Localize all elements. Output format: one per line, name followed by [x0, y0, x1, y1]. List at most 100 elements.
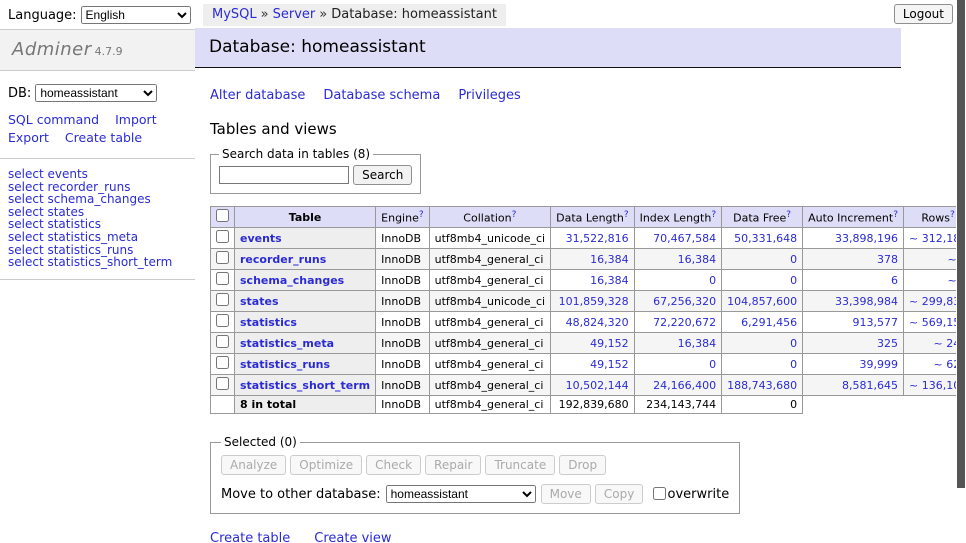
- sidebar-link-import[interactable]: Import: [115, 112, 157, 127]
- sidebar-link-export[interactable]: Export: [8, 130, 49, 145]
- sidebar-link-create-table[interactable]: Create table: [65, 130, 142, 145]
- check-button[interactable]: Check: [366, 455, 421, 475]
- logout-button[interactable]: Logout: [894, 4, 953, 24]
- data-free-link[interactable]: 6,291,456: [741, 316, 797, 329]
- data-free-link[interactable]: 50,331,648: [734, 232, 797, 245]
- data-length-link[interactable]: 16,384: [590, 274, 629, 287]
- table-name-link[interactable]: statistics_short_term: [240, 379, 370, 392]
- db-nav-links: Alter database Database schema Privileges: [210, 88, 901, 103]
- truncate-button[interactable]: Truncate: [485, 455, 555, 475]
- database-schema-link[interactable]: Database schema: [323, 88, 440, 103]
- table-name-link[interactable]: statistics: [240, 316, 297, 329]
- index-length-link[interactable]: 24,166,400: [653, 379, 716, 392]
- table-name-link[interactable]: recorder_runs: [240, 253, 326, 266]
- row-select-checkbox[interactable]: [216, 335, 229, 348]
- data-length-link[interactable]: 49,152: [590, 337, 629, 350]
- row-select-checkbox[interactable]: [216, 356, 229, 369]
- row-select-cell: [211, 228, 235, 249]
- overwrite-checkbox[interactable]: [653, 487, 666, 500]
- auto-increment-link[interactable]: 378: [877, 253, 898, 266]
- footer-data-free-cell: 0: [722, 396, 803, 414]
- index-length-link[interactable]: 67,256,320: [653, 295, 716, 308]
- row-select-checkbox[interactable]: [216, 293, 229, 306]
- data-free-link[interactable]: 0: [790, 358, 797, 371]
- auto-increment-link[interactable]: 39,999: [860, 358, 899, 371]
- column-help-link[interactable]: ?: [786, 210, 791, 220]
- column-header: Data Free?: [722, 207, 803, 228]
- column-help-link[interactable]: ?: [419, 210, 424, 220]
- optimize-button[interactable]: Optimize: [290, 455, 362, 475]
- move-db-select[interactable]: homeassistant: [386, 485, 536, 503]
- auto-increment-link[interactable]: 33,898,196: [835, 232, 898, 245]
- data-length-link[interactable]: 31,522,816: [566, 232, 629, 245]
- auto-increment-link[interactable]: 6: [891, 274, 898, 287]
- select-all-checkbox[interactable]: [216, 209, 229, 222]
- drop-button[interactable]: Drop: [559, 455, 606, 475]
- table-name-link[interactable]: schema_changes: [240, 274, 344, 287]
- scrollbar-track[interactable]: [956, 0, 966, 543]
- row-select-checkbox[interactable]: [216, 272, 229, 285]
- scrollbar-thumb[interactable]: [957, 0, 965, 488]
- auto-increment-link[interactable]: 913,577: [853, 316, 899, 329]
- column-help-link[interactable]: ?: [893, 210, 898, 220]
- column-help-link[interactable]: ?: [950, 210, 955, 220]
- auto-increment-link[interactable]: 325: [877, 337, 898, 350]
- column-help-link[interactable]: ?: [711, 210, 716, 220]
- data-length-link[interactable]: 49,152: [590, 358, 629, 371]
- auto-increment-link[interactable]: 8,581,645: [842, 379, 898, 392]
- table-row: statesInnoDButf8mb4_unicode_ci101,859,32…: [211, 291, 966, 312]
- data-free-link[interactable]: 0: [790, 253, 797, 266]
- data-length-link[interactable]: 101,859,328: [559, 295, 629, 308]
- auto-increment-link[interactable]: 33,398,984: [835, 295, 898, 308]
- sidebar-select-table-link[interactable]: select events: [8, 168, 187, 181]
- data-length-link[interactable]: 48,824,320: [566, 316, 629, 329]
- index-length-link[interactable]: 70,467,584: [653, 232, 716, 245]
- alter-database-link[interactable]: Alter database: [210, 88, 305, 103]
- index-length-link[interactable]: 16,384: [678, 253, 717, 266]
- data-free-link[interactable]: 104,857,600: [727, 295, 797, 308]
- table-name-link[interactable]: events: [240, 232, 282, 245]
- data-free-link[interactable]: 0: [790, 274, 797, 287]
- create-table-link[interactable]: Create table: [210, 531, 290, 543]
- language-select[interactable]: English: [81, 6, 191, 24]
- row-select-checkbox[interactable]: [216, 314, 229, 327]
- db-select[interactable]: homeassistant: [35, 84, 157, 102]
- collation-cell: utf8mb4_unicode_ci: [429, 228, 550, 249]
- sidebar-select-table-link[interactable]: select schema_changes: [8, 193, 187, 206]
- data-free-cell: 104,857,600: [722, 291, 803, 312]
- table-name-link[interactable]: statistics_runs: [240, 358, 330, 371]
- data-free-cell: 6,291,456: [722, 312, 803, 333]
- data-length-link[interactable]: 16,384: [590, 253, 629, 266]
- sidebar-select-table-link[interactable]: select statistics_short_term: [8, 256, 187, 269]
- column-help-link[interactable]: ?: [624, 210, 629, 220]
- data-free-link[interactable]: 0: [790, 337, 797, 350]
- row-select-checkbox[interactable]: [216, 251, 229, 264]
- sidebar-select-table-link[interactable]: select statistics_meta: [8, 231, 187, 244]
- search-button[interactable]: Search: [353, 165, 412, 185]
- create-view-link[interactable]: Create view: [314, 531, 391, 543]
- column-help-link[interactable]: ?: [512, 210, 517, 220]
- index-length-link[interactable]: 0: [709, 274, 716, 287]
- move-button[interactable]: Move: [541, 484, 591, 504]
- data-length-link[interactable]: 10,502,144: [566, 379, 629, 392]
- copy-button[interactable]: Copy: [595, 484, 643, 504]
- privileges-link[interactable]: Privileges: [458, 88, 521, 103]
- table-name-link[interactable]: statistics_meta: [240, 337, 334, 350]
- data-free-link[interactable]: 188,743,680: [727, 379, 797, 392]
- analyze-button[interactable]: Analyze: [221, 455, 286, 475]
- row-select-checkbox[interactable]: [216, 230, 229, 243]
- index-length-link[interactable]: 72,220,672: [653, 316, 716, 329]
- row-select-checkbox[interactable]: [216, 377, 229, 390]
- footer-ghost-cell: [803, 396, 966, 414]
- breadcrumb-mysql-link[interactable]: MySQL: [212, 7, 257, 22]
- table-row: statisticsInnoDButf8mb4_general_ci48,824…: [211, 312, 966, 333]
- data-length-cell: 49,152: [551, 354, 634, 375]
- sidebar-link-sql-command[interactable]: SQL command: [8, 112, 99, 127]
- overwrite-label[interactable]: overwrite: [653, 487, 730, 502]
- table-name-link[interactable]: states: [240, 295, 279, 308]
- search-input[interactable]: [219, 166, 349, 184]
- index-length-link[interactable]: 16,384: [678, 337, 717, 350]
- breadcrumb-server-link[interactable]: Server: [273, 7, 316, 22]
- repair-button[interactable]: Repair: [425, 455, 481, 475]
- index-length-link[interactable]: 0: [709, 358, 716, 371]
